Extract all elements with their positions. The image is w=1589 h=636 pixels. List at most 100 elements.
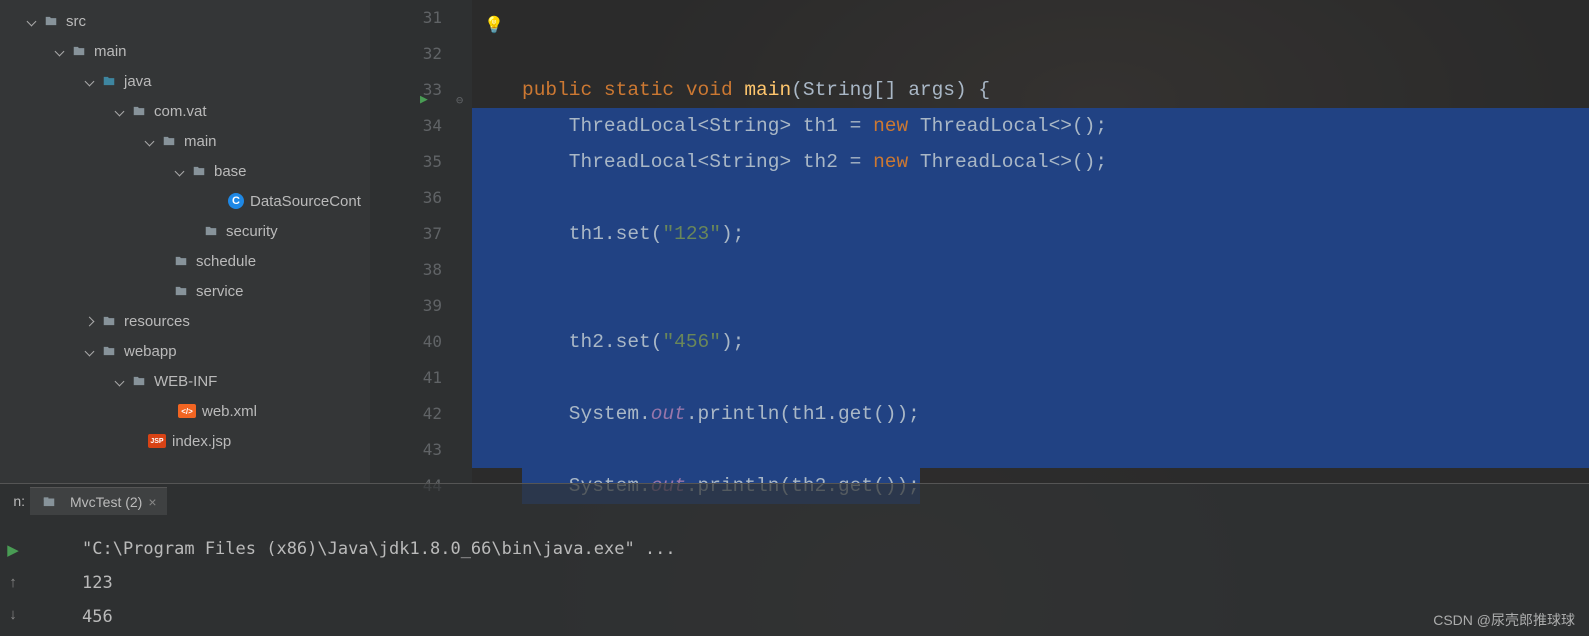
folder-icon [70,44,88,58]
run-toolbar: ▶ ↑ ↓ [0,518,26,624]
code-line[interactable]: public static void main(String[] args) { [472,72,1589,108]
tree-item[interactable]: src [0,6,370,36]
rerun-button[interactable]: ▶ [3,540,23,560]
token-plain: th2.set( [522,331,662,353]
tree-item[interactable]: resources [0,306,370,336]
gutter-line[interactable]: 38 [370,252,442,288]
token-kw: new [873,151,920,173]
tree-item[interactable]: JSPindex.jsp [0,426,370,456]
run-tab-label: MvcTest (2) [70,494,142,510]
folder-icon [202,224,220,238]
intention-bulb-icon[interactable]: 💡 [484,8,504,44]
down-arrow-icon[interactable]: ↓ [3,604,23,624]
chevron-down-icon[interactable] [78,78,100,85]
chevron-down-icon[interactable] [168,168,190,175]
tree-item[interactable]: base [0,156,370,186]
up-arrow-icon[interactable]: ↑ [3,572,23,592]
gutter-line[interactable]: 31 [370,0,442,36]
tree-label: WEB-INF [154,373,217,390]
tab-icon [40,495,58,509]
console-line[interactable]: 123 [82,566,1589,600]
code-line[interactable]: System.out.println(th1.get()); [472,396,1589,432]
tree-label: DataSourceCont [250,193,361,210]
chevron-right-icon[interactable] [78,318,100,325]
tree-label: java [124,73,152,90]
code-line[interactable]: ThreadLocal<String> th1 = new ThreadLoca… [472,108,1589,144]
token-plain: ThreadLocal<String> th1 = [522,115,873,137]
code-line[interactable] [472,0,1589,36]
folder-icon [100,314,118,328]
chevron-down-icon[interactable] [108,378,130,385]
folder-icon [130,104,148,118]
chevron-down-icon[interactable] [138,138,160,145]
token-plain: System. [522,403,651,425]
tree-item[interactable]: WEB-INF [0,366,370,396]
gutter-line[interactable]: 39 [370,288,442,324]
tree-label: base [214,163,247,180]
chevron-down-icon[interactable] [78,348,100,355]
gutter-line[interactable]: 34 [370,108,442,144]
close-icon[interactable]: × [148,494,156,510]
code-line[interactable] [472,180,1589,216]
code-line[interactable] [472,360,1589,396]
token-plain: ThreadLocal<>(); [920,151,1107,173]
tree-item[interactable]: main [0,126,370,156]
fold-icon[interactable]: ⊖ [456,82,463,118]
code-line[interactable] [472,432,1589,468]
code-area[interactable]: public static void main(String[] args) {… [472,0,1589,483]
tree-item[interactable]: security [0,216,370,246]
gutter-line[interactable]: 37 [370,216,442,252]
chevron-down-icon[interactable] [108,108,130,115]
run-tab[interactable]: MvcTest (2) × [30,487,167,515]
gutter[interactable]: 313233▶⊖3435363738394041424344 [370,0,472,483]
token-plain: th1.set( [522,223,662,245]
folder-icon [100,74,118,88]
project-tree[interactable]: src main javacom.vat main base C DataSourceCon… [0,0,370,483]
code-line[interactable] [472,288,1589,324]
tree-item[interactable]: service [0,276,370,306]
token-plain: (String[] args) { [791,79,990,101]
console-line[interactable]: 456 [82,600,1589,634]
tree-item[interactable]: </>web.xml [0,396,370,426]
tree-item[interactable]: java [0,66,370,96]
gutter-line[interactable]: 40 [370,324,442,360]
tree-item[interactable]: webapp [0,336,370,366]
gutter-line[interactable]: 35 [370,144,442,180]
tree-item[interactable]: schedule [0,246,370,276]
panel-tabs: n: MvcTest (2) × [0,484,1589,518]
tree-label: web.xml [202,403,257,420]
gutter-line[interactable]: 41 [370,360,442,396]
tree-label: main [184,133,217,150]
tree-label: webapp [124,343,177,360]
code-line[interactable]: th1.set("123"); [472,216,1589,252]
token-plain: ); [721,223,744,245]
gutter-line[interactable]: 36 [370,180,442,216]
folder-icon [42,14,60,28]
tree-label: com.vat [154,103,207,120]
tree-item[interactable]: C DataSourceCont [0,186,370,216]
gutter-line[interactable]: 42 [370,396,442,432]
tree-label: index.jsp [172,433,231,450]
chevron-down-icon[interactable] [48,48,70,55]
console-output[interactable]: "C:\Program Files (x86)\Java\jdk1.8.0_66… [0,518,1589,634]
tree-item[interactable]: com.vat [0,96,370,126]
code-line[interactable]: ThreadLocal<String> th2 = new ThreadLoca… [472,144,1589,180]
tree-label: src [66,13,86,30]
folder-icon [172,284,190,298]
code-line[interactable] [472,252,1589,288]
gutter-line[interactable]: 33▶⊖ [370,72,442,108]
tree-item[interactable]: main [0,36,370,66]
gutter-line[interactable]: 32 [370,36,442,72]
class-icon: C [228,193,244,209]
token-plain: ThreadLocal<String> th2 = [522,151,873,173]
console-line[interactable]: "C:\Program Files (x86)\Java\jdk1.8.0_66… [82,532,1589,566]
code-line[interactable]: th2.set("456"); [472,324,1589,360]
code-line[interactable] [472,36,1589,72]
token-kw: void [686,79,745,101]
token-plain: .println(th1.get()); [686,403,920,425]
panel-prefix: n: [0,493,30,509]
editor-pane: 313233▶⊖3435363738394041424344 public st… [370,0,1589,483]
tree-label: service [196,283,244,300]
gutter-line[interactable]: 43 [370,432,442,468]
chevron-down-icon[interactable] [20,18,42,25]
